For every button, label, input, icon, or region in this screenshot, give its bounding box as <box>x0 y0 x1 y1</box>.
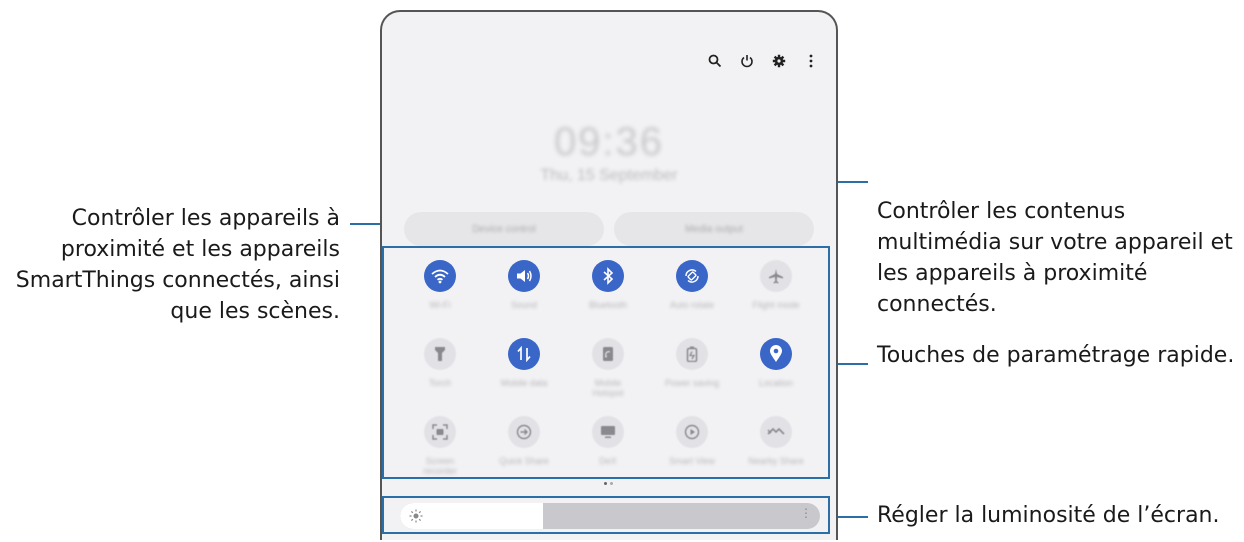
clock: 09:36 <box>553 120 665 164</box>
callout-device-control: Contrôler les appareils à proximité et l… <box>15 206 340 324</box>
callout-quick-settings: Touches de paramétrage rapide. <box>877 343 1235 368</box>
date: Thu, 15 September <box>540 167 678 184</box>
device-control-label: Device control <box>472 223 536 235</box>
callout-brightness: Régler la luminosité de l’écran. <box>877 503 1220 528</box>
quick-settings-highlight <box>382 246 830 479</box>
media-output-button[interactable]: Media output <box>614 212 814 246</box>
settings-icon[interactable] <box>768 50 790 72</box>
more-icon[interactable] <box>800 50 822 72</box>
page-dot <box>610 482 613 485</box>
search-icon[interactable] <box>704 50 726 72</box>
callout-media-output: Contrôler les contenus multimédia sur vo… <box>877 199 1233 317</box>
page-indicator <box>604 482 613 485</box>
panel-top-icons <box>704 50 822 72</box>
device-control-button[interactable]: Device control <box>404 212 604 246</box>
page-dot-active <box>604 482 607 485</box>
power-icon[interactable] <box>736 50 758 72</box>
brightness-highlight <box>382 496 830 534</box>
media-output-label: Media output <box>685 223 743 235</box>
